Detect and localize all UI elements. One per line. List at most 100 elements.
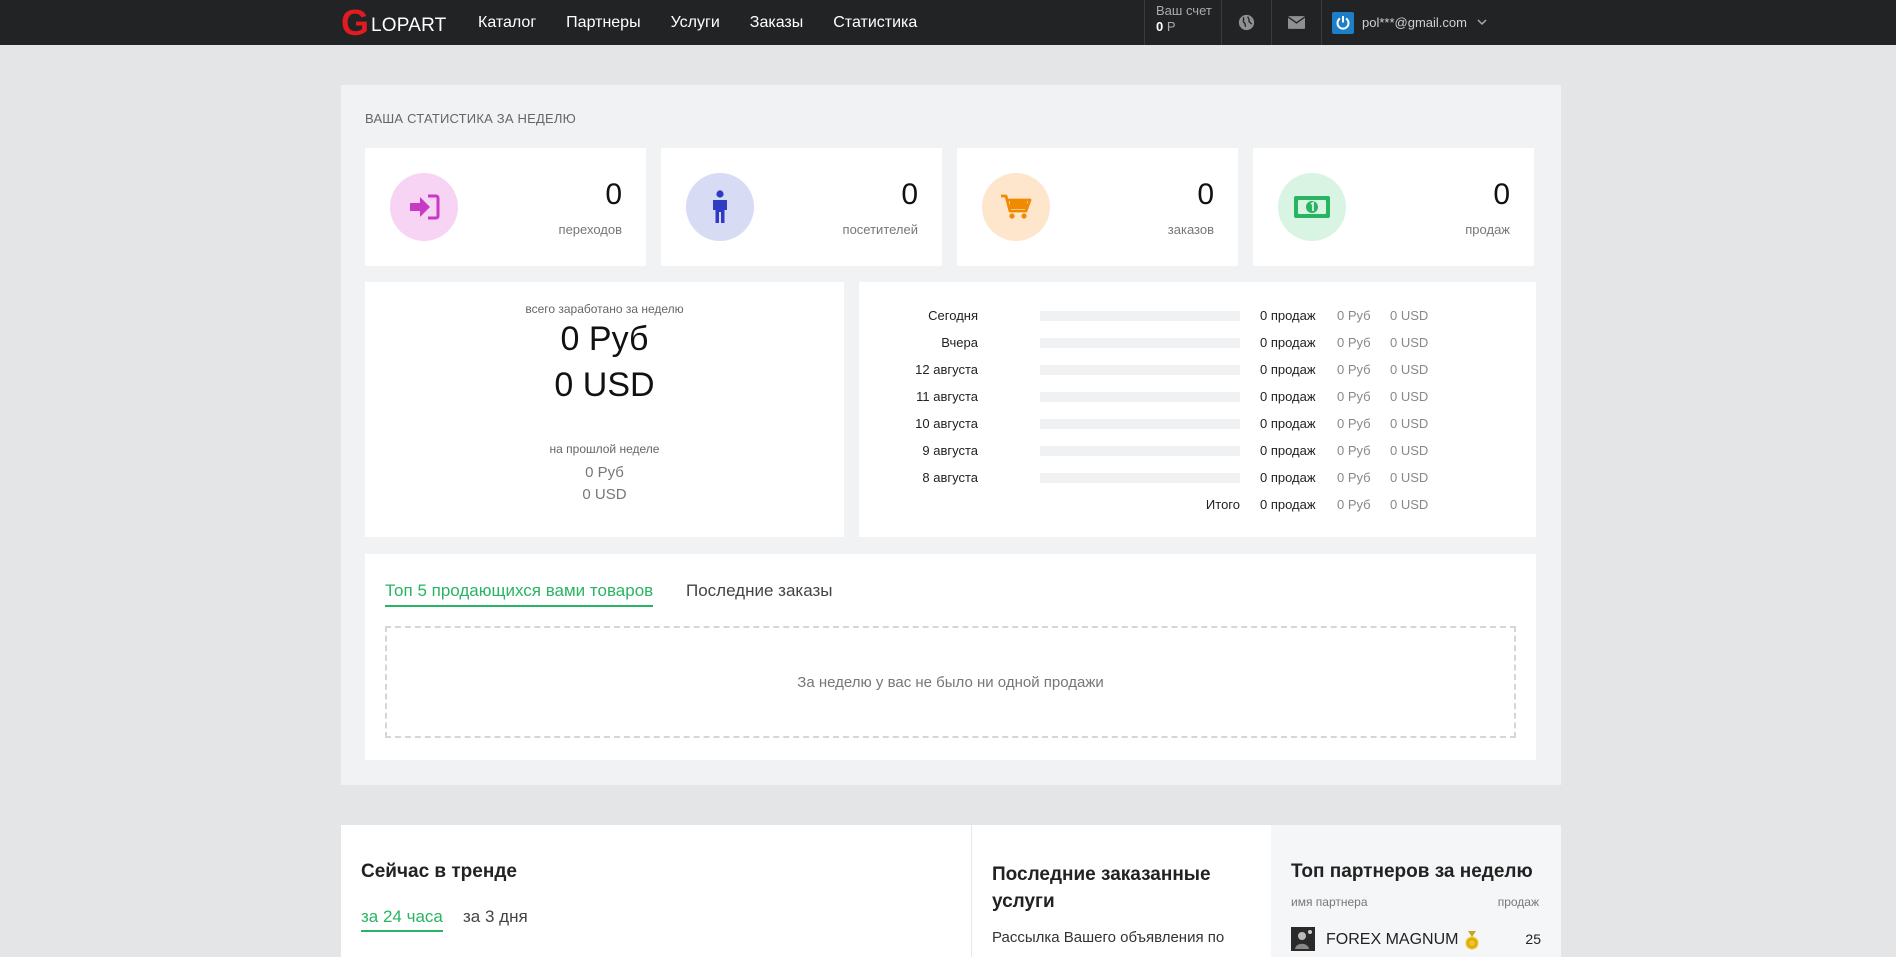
empty-message: За неделю у вас не было ни одной продажи [797, 673, 1104, 691]
globe-icon [1238, 14, 1255, 31]
day-sales: 0 продаж [1260, 416, 1316, 431]
day-sales: 0 продаж [1260, 389, 1316, 404]
visitors-label: посетителей [842, 222, 918, 237]
account-label: Ваш счет [1156, 3, 1212, 18]
day-usd: 0 USD [1390, 362, 1429, 377]
messages-button[interactable] [1272, 0, 1322, 45]
day-usd: 0 USD [1390, 308, 1429, 323]
earned-rub: 0 Руб [560, 320, 649, 358]
day-sales-bar [1040, 338, 1240, 348]
day-row: 9 августа 0 продаж 0 Руб 0 USD [859, 441, 1536, 461]
day-row: 11 августа 0 продаж 0 Руб 0 USD [859, 387, 1536, 407]
partner-name-header: имя партнера [1291, 895, 1368, 909]
nav-catalog[interactable]: Каталог [478, 14, 536, 32]
account-balance[interactable]: Ваш счет 0 Р [1144, 0, 1222, 45]
visitors-icon-circle [686, 173, 754, 241]
orders-value: 0 [1197, 178, 1214, 211]
empty-state: За неделю у вас не было ни одной продажи [385, 626, 1516, 738]
tab-top-products[interactable]: Топ 5 продающихся вами товаров [385, 581, 654, 607]
day-rub: 0 Руб [1337, 416, 1371, 431]
tab-3-days[interactable]: за 3 дня [463, 907, 528, 930]
earned-usd: 0 USD [554, 366, 655, 404]
trending-title: Сейчас в тренде [361, 861, 517, 882]
day-usd: 0 USD [1390, 470, 1429, 485]
day-name: 11 августа [916, 389, 978, 404]
user-email: pol***@gmail.com [1362, 15, 1467, 30]
nav-partners[interactable]: Партнеры [566, 14, 640, 32]
stat-card-orders: 0 заказов [957, 148, 1238, 266]
stat-card-sales: 0 продаж [1253, 148, 1534, 266]
main-nav: Каталог Партнеры Услуги Заказы Статистик… [478, 0, 947, 45]
sign-in-icon [410, 194, 440, 220]
last-week-label: на прошлой неделе [549, 442, 660, 456]
user-menu[interactable]: pol***@gmail.com [1332, 0, 1487, 45]
orders-icon-circle [982, 173, 1050, 241]
day-rub: 0 Руб [1337, 389, 1371, 404]
day-name: 10 августа [915, 416, 978, 431]
stat-card-clicks: 0 переходов [365, 148, 646, 266]
nav-orders[interactable]: Заказы [750, 14, 803, 32]
glopart-logo[interactable]: G LOPART [340, 4, 446, 41]
day-rub: 0 Руб [1337, 335, 1371, 350]
day-rub: 0 Руб [1337, 443, 1371, 458]
total-sales: 0 продаж [1260, 497, 1316, 512]
day-rub: 0 Руб [1337, 470, 1371, 485]
mail-icon [1288, 16, 1305, 29]
medal-icon [1465, 931, 1479, 950]
nav-statistics[interactable]: Статистика [833, 14, 917, 32]
power-icon [1336, 15, 1350, 30]
day-sales: 0 продаж [1260, 443, 1316, 458]
chevron-down-icon [1477, 19, 1487, 26]
panel-title: ВАША СТАТИСТИКА ЗА НЕДЕЛЮ [365, 111, 576, 126]
account-value: 0 Р [1156, 19, 1176, 34]
logo-text: LOPART [371, 14, 447, 36]
day-name: Сегодня [928, 308, 978, 323]
day-sales: 0 продаж [1260, 335, 1316, 350]
clicks-icon-circle [390, 173, 458, 241]
cart-icon [1001, 194, 1032, 219]
top-partners-title: Топ партнеров за неделю [1291, 861, 1533, 882]
day-row: 8 августа 0 продаж 0 Руб 0 USD [859, 468, 1536, 488]
day-sales-bar [1040, 311, 1240, 321]
tab-24-hours[interactable]: за 24 часа [361, 907, 443, 932]
recent-services-section: Последние заказанные услуги Рассылка Ваш… [971, 825, 1271, 957]
day-usd: 0 USD [1390, 389, 1429, 404]
money-icon [1294, 196, 1330, 218]
language-button[interactable] [1222, 0, 1272, 45]
day-sales: 0 продаж [1260, 470, 1316, 485]
partner-row[interactable]: FOREX MAGNUM 25 [1291, 927, 1541, 951]
last-week-usd: 0 USD [582, 486, 627, 503]
day-row: 12 августа 0 продаж 0 Руб 0 USD [859, 360, 1536, 380]
day-usd: 0 USD [1390, 335, 1429, 350]
day-sales-bar [1040, 419, 1240, 429]
nav-services[interactable]: Услуги [671, 14, 720, 32]
day-sales-bar [1040, 392, 1240, 402]
tab-recent-orders[interactable]: Последние заказы [686, 581, 833, 605]
total-label: Итого [1205, 497, 1240, 512]
partner-avatar [1291, 927, 1315, 951]
top-navbar: G LOPART Каталог Партнеры Услуги Заказы … [0, 0, 1896, 45]
day-sales-bar [1040, 365, 1240, 375]
partner-name: FOREX MAGNUM [1326, 931, 1459, 948]
stat-card-visitors: 0 посетителей [661, 148, 942, 266]
clicks-label: переходов [558, 222, 622, 237]
weekly-stats-panel: ВАША СТАТИСТИКА ЗА НЕДЕЛЮ 0 переходов 0 … [341, 85, 1561, 785]
avatar [1332, 11, 1354, 34]
day-row: 10 августа 0 продаж 0 Руб 0 USD [859, 414, 1536, 434]
day-row: Вчера 0 продаж 0 Руб 0 USD [859, 333, 1536, 353]
day-rub: 0 Руб [1337, 308, 1371, 323]
total-rub: 0 Руб [1337, 497, 1371, 512]
total-usd: 0 USD [1390, 497, 1429, 512]
day-name: 8 августа [922, 470, 978, 485]
orders-label: заказов [1167, 222, 1214, 237]
day-row: Сегодня 0 продаж 0 Руб 0 USD [859, 306, 1536, 326]
service-item[interactable]: Рассылка Вашего объявления по [992, 929, 1224, 946]
day-sales: 0 продаж [1260, 362, 1316, 377]
total-row: Итого 0 продаж 0 Руб 0 USD [859, 495, 1536, 515]
day-sales-bar [1040, 446, 1240, 456]
day-name: Вчера [941, 335, 978, 350]
sales-label: продаж [1465, 222, 1510, 237]
day-sales-bar [1040, 473, 1240, 483]
partner-sales-count: 25 [1525, 931, 1541, 947]
recent-services-title: Последние заказанные услуги [992, 864, 1211, 912]
